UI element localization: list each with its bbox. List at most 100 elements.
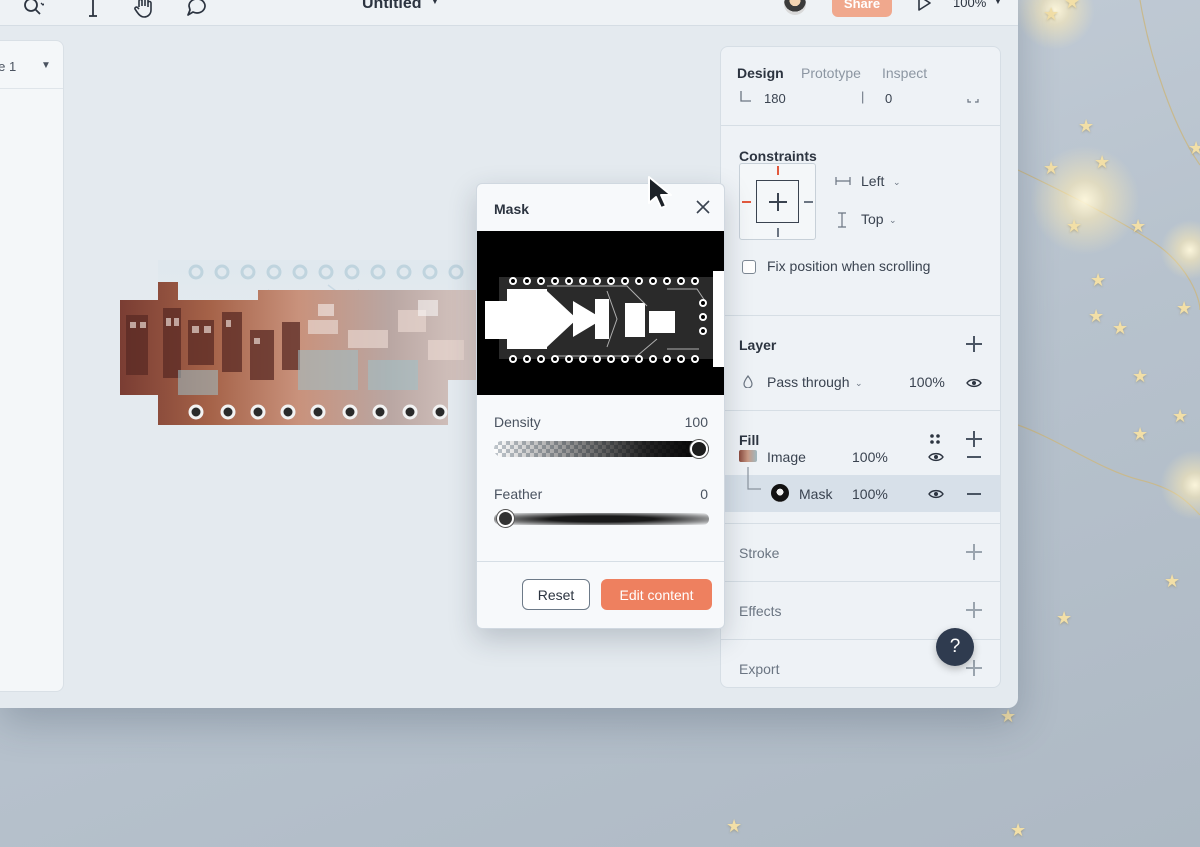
constraint-bottom-marker[interactable] xyxy=(777,228,779,237)
star-decoration: ★ xyxy=(1130,216,1147,237)
close-icon[interactable] xyxy=(695,199,711,215)
reset-button[interactable]: Reset xyxy=(522,579,590,610)
constraints-title: Constraints xyxy=(739,148,817,164)
edit-content-button[interactable]: Edit content xyxy=(601,579,712,610)
layer-opacity[interactable]: 100% xyxy=(909,374,945,390)
star-decoration: ★ xyxy=(1000,706,1017,727)
feather-value[interactable]: 0 xyxy=(700,486,708,502)
plus-icon[interactable] xyxy=(966,336,982,352)
text-tool-icon[interactable] xyxy=(80,0,106,20)
image-fill-thumbnail[interactable] xyxy=(739,450,757,462)
star-decoration: ★ xyxy=(1132,424,1149,445)
mask-popover-title: Mask xyxy=(494,201,530,217)
constraint-center-v xyxy=(777,193,779,211)
comment-tool-icon[interactable] xyxy=(184,0,210,20)
chevron-down-icon[interactable]: ▼ xyxy=(41,60,51,71)
density-value[interactable]: 100 xyxy=(685,414,708,430)
star-decoration: ★ xyxy=(1066,216,1083,237)
document-title[interactable]: Untitled xyxy=(362,0,422,13)
design-panel: Design Prototype Inspect 180 | 0 Constra… xyxy=(720,46,1001,688)
plus-icon[interactable] xyxy=(966,544,982,560)
top-toolbar: Untitled ▼ Share 100% ▼ xyxy=(0,0,1018,26)
chevron-down-icon[interactable]: ⌄ xyxy=(889,215,897,226)
zoom-level[interactable]: 100% xyxy=(953,0,986,10)
constraint-widget[interactable] xyxy=(739,163,816,240)
star-decoration: ★ xyxy=(1010,820,1027,841)
vertical-constraint-select[interactable]: Top xyxy=(861,211,884,227)
density-slider[interactable] xyxy=(494,441,709,457)
constraint-top-marker[interactable] xyxy=(777,166,779,175)
eye-icon[interactable] xyxy=(928,489,944,499)
rotation-icon xyxy=(740,91,751,102)
blend-drop-icon xyxy=(743,375,753,388)
radius-value[interactable]: 0 xyxy=(885,91,892,106)
tree-connector xyxy=(747,467,761,490)
star-decoration: ★ xyxy=(1176,298,1193,319)
constraint-left-marker[interactable] xyxy=(742,201,751,203)
fix-position-checkbox[interactable] xyxy=(742,260,756,274)
plus-icon[interactable] xyxy=(966,431,982,447)
share-button[interactable]: Share xyxy=(832,0,892,17)
star-decoration: ★ xyxy=(1132,366,1149,387)
star-decoration: ★ xyxy=(1064,0,1081,13)
star-decoration: ★ xyxy=(1078,116,1095,137)
independent-corners-icon[interactable] xyxy=(967,93,979,103)
feather-slider-handle[interactable] xyxy=(497,510,514,527)
constraint-right-marker[interactable] xyxy=(804,201,813,203)
fill-item-opacity[interactable]: 100% xyxy=(852,486,888,502)
rotation-value[interactable]: 180 xyxy=(764,91,786,106)
minus-icon[interactable] xyxy=(967,456,981,458)
tab-design[interactable]: Design xyxy=(737,65,784,81)
style-grid-icon[interactable] xyxy=(929,433,941,445)
vertical-constraint-icon xyxy=(838,212,846,228)
star-decoration: ★ xyxy=(1094,152,1111,173)
density-slider-handle[interactable] xyxy=(690,440,708,458)
tab-inspect[interactable]: Inspect xyxy=(882,65,927,81)
help-button[interactable]: ? xyxy=(936,628,974,666)
star-decoration: ★ xyxy=(1088,306,1105,327)
plus-icon[interactable] xyxy=(966,602,982,618)
density-label: Density xyxy=(494,414,541,430)
constraint-frame xyxy=(756,180,799,223)
page-selector[interactable]: Page 1 xyxy=(0,59,16,74)
fill-item-opacity[interactable]: 100% xyxy=(852,449,888,465)
chevron-down-icon[interactable]: ▼ xyxy=(430,0,440,7)
hand-tool-icon[interactable] xyxy=(132,0,158,20)
minus-icon[interactable] xyxy=(967,493,981,495)
eye-icon[interactable] xyxy=(928,452,944,462)
chevron-down-icon[interactable]: ⌄ xyxy=(855,378,863,389)
horizontal-constraint-icon xyxy=(835,177,851,185)
star-decoration: ★ xyxy=(726,816,743,837)
cursor-arrow-icon xyxy=(648,176,672,209)
effects-title: Effects xyxy=(739,603,782,619)
pages-header: Page 1 ▼ xyxy=(0,41,63,89)
star-decoration: ★ xyxy=(1056,608,1073,629)
fill-item-label[interactable]: Image xyxy=(767,449,806,465)
horizontal-constraint-select[interactable]: Left xyxy=(861,173,884,189)
feather-slider[interactable] xyxy=(494,513,709,525)
pages-panel: Page 1 ▼ xyxy=(0,40,64,692)
star-decoration: ★ xyxy=(1188,138,1200,159)
canvas-masked-image[interactable] xyxy=(118,260,478,450)
zoom-tool-icon[interactable] xyxy=(20,0,46,20)
mask-preview-image xyxy=(477,231,724,395)
export-title: Export xyxy=(739,661,780,677)
radius-icon: | xyxy=(861,89,865,104)
fill-title: Fill xyxy=(739,432,760,448)
tab-prototype[interactable]: Prototype xyxy=(801,65,861,81)
chevron-down-icon[interactable]: ⌄ xyxy=(893,177,901,188)
play-icon[interactable] xyxy=(916,0,932,17)
divider xyxy=(477,561,724,562)
star-decoration: ★ xyxy=(1112,318,1129,339)
blend-mode-select[interactable]: Pass through xyxy=(767,374,850,390)
chevron-down-icon[interactable]: ▼ xyxy=(993,0,1003,7)
avatar[interactable] xyxy=(784,0,806,15)
star-decoration: ★ xyxy=(1043,158,1060,179)
mask-thumbnail[interactable] xyxy=(771,484,789,502)
stroke-section: Stroke xyxy=(721,523,1000,581)
star-decoration: ★ xyxy=(1043,4,1060,25)
plus-icon[interactable] xyxy=(966,660,982,676)
eye-icon[interactable] xyxy=(966,378,982,388)
feather-label: Feather xyxy=(494,486,543,502)
fill-item-label[interactable]: Mask xyxy=(799,486,832,502)
